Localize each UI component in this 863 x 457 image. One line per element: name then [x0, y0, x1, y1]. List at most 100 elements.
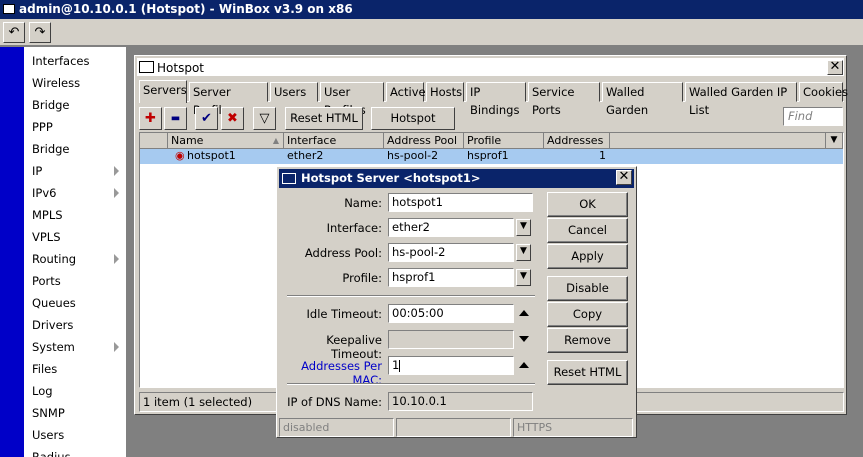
interface-select[interactable]: ether2	[388, 218, 514, 237]
remove-button[interactable]: ▬	[164, 107, 187, 130]
reset-html-button[interactable]: Reset HTML	[285, 107, 363, 130]
separator	[287, 295, 535, 297]
tab-server-profiles[interactable]: Server Profiles	[189, 82, 268, 117]
chevron-down-icon: ▼	[830, 135, 838, 145]
label-interface: Interface:	[326, 221, 382, 235]
idle-timeout-field[interactable]: 00:05:00	[388, 304, 514, 323]
sidebar-item-ip[interactable]: IP	[24, 160, 126, 182]
status-https: HTTPS	[513, 418, 633, 437]
find-input[interactable]: Find	[783, 107, 843, 126]
sidebar-item-label: PPP	[32, 120, 53, 134]
sidebar-item-label: Log	[32, 384, 53, 398]
addresses-per-mac-field[interactable]: 1	[388, 356, 514, 375]
apply-button[interactable]: Apply	[547, 244, 628, 269]
submenu-arrow-icon	[114, 342, 119, 352]
name-field[interactable]: hotspot1	[388, 193, 533, 212]
address-pool-select[interactable]: hs-pool-2	[388, 243, 514, 262]
sidebar-item-users[interactable]: Users	[24, 424, 126, 446]
sidebar-item-routing[interactable]: Routing	[24, 248, 126, 270]
tab-walled-garden-ip-list[interactable]: Walled Garden IP List	[685, 82, 797, 117]
tab-cookies[interactable]: Cookies	[799, 82, 848, 102]
disable-button[interactable]: ✖	[221, 107, 244, 130]
sidebar-item-radius[interactable]: Radius	[24, 446, 126, 457]
interface-dropdown[interactable]: ▼	[516, 219, 531, 236]
tab-user-profiles[interactable]: User Profiles	[320, 82, 384, 117]
filter-button[interactable]: ▽	[253, 107, 276, 130]
column-header-address-pool[interactable]: Address Pool	[384, 133, 464, 149]
sidebar-item-bridge[interactable]: Bridge	[24, 138, 126, 160]
app-title: admin@10.10.0.1 (Hotspot) - WinBox v3.9 …	[19, 2, 353, 16]
tab-servers[interactable]: Servers	[139, 80, 187, 103]
ip-of-dns-name-field: 10.10.0.1	[388, 392, 533, 411]
remove-button[interactable]: Remove	[547, 328, 628, 353]
tab-users[interactable]: Users	[270, 82, 318, 102]
expand-arrow-icon[interactable]	[519, 336, 529, 342]
profile-dropdown[interactable]: ▼	[516, 269, 531, 286]
sidebar-item-drivers[interactable]: Drivers	[24, 314, 126, 336]
sidebar-item-log[interactable]: Log	[24, 380, 126, 402]
cancel-button[interactable]: Cancel	[547, 218, 628, 243]
sidebar-item-files[interactable]: Files	[24, 358, 126, 380]
sidebar-item-snmp[interactable]: SNMP	[24, 402, 126, 424]
app-title-bar: admin@10.10.0.1 (Hotspot) - WinBox v3.9 …	[0, 0, 863, 19]
collapse-arrow-icon[interactable]	[519, 362, 529, 368]
sidebar-item-ports[interactable]: Ports	[24, 270, 126, 292]
label-name: Name:	[344, 196, 382, 210]
status-middle	[396, 418, 511, 437]
collapse-arrow-icon[interactable]	[519, 310, 529, 316]
undo-button[interactable]: ↶	[3, 22, 25, 43]
hotspot-close-button[interactable]: ✕	[827, 60, 843, 75]
hotspot-setup-button[interactable]: Hotspot Setup	[371, 107, 455, 146]
sidebar-item-ipv6[interactable]: IPv6	[24, 182, 126, 204]
sidebar-item-interfaces[interactable]: Interfaces	[24, 50, 126, 72]
dialog-title: Hotspot Server <hotspot1>	[301, 171, 481, 185]
column-header-flags[interactable]	[140, 133, 168, 149]
sort-icon: ▲	[272, 136, 279, 145]
window-icon	[139, 61, 154, 73]
redo-button[interactable]: ↷	[29, 22, 51, 43]
sidebar-item-label: Interfaces	[32, 54, 90, 68]
ok-button[interactable]: OK	[547, 192, 628, 217]
chevron-down-icon: ▼	[520, 221, 527, 231]
tab-ip-bindings[interactable]: IP Bindings	[466, 82, 526, 117]
column-header-name[interactable]: Name ▲	[168, 133, 284, 149]
sidebar-item-queues[interactable]: Queues	[24, 292, 126, 314]
sidebar-item-mpls[interactable]: MPLS	[24, 204, 126, 226]
column-header-addresses[interactable]: Addresses ...	[544, 133, 610, 162]
keepalive-timeout-field[interactable]	[388, 330, 514, 349]
winbox-side-strip	[0, 47, 24, 457]
add-button[interactable]: ✚	[139, 107, 162, 130]
tab-active[interactable]: Active	[386, 82, 426, 102]
dialog-titlebar[interactable]: Hotspot Server <hotspot1>	[279, 169, 634, 188]
tab-service-ports[interactable]: Service Ports	[528, 82, 600, 117]
enable-button[interactable]: ✔	[195, 107, 218, 130]
column-header-interface[interactable]: Interface	[284, 133, 384, 149]
sidebar-item-label: Files	[32, 362, 58, 376]
column-menu-button[interactable]: ▼	[826, 133, 843, 149]
hotspot-window-titlebar[interactable]: Hotspot	[137, 58, 844, 77]
copy-button[interactable]: Copy	[547, 302, 628, 327]
text-cursor	[399, 359, 401, 372]
address-pool-dropdown[interactable]: ▼	[516, 244, 531, 261]
sidebar-item-bridge[interactable]: Bridge	[24, 94, 126, 116]
minus-icon: ▬	[170, 113, 181, 124]
sidebar-item-label: Bridge	[32, 142, 70, 156]
main-toolbar: ↶ ↷	[0, 19, 863, 46]
sidebar-item-vpls[interactable]: VPLS	[24, 226, 126, 248]
reset-html-button[interactable]: Reset HTML	[547, 360, 628, 385]
sidebar-item-label: IPv6	[32, 186, 57, 200]
sidebar-item-ppp[interactable]: PPP	[24, 116, 126, 138]
plus-icon: ✚	[145, 111, 156, 126]
tab-walled-garden[interactable]: Walled Garden	[602, 82, 683, 117]
dialog-close-button[interactable]: ✕	[616, 170, 632, 185]
table-row[interactable]: ◉ hotspot1 ether2 hs-pool-2 hsprof1 1	[140, 149, 843, 164]
sidebar-item-system[interactable]: System	[24, 336, 126, 358]
sidebar-item-label: SNMP	[32, 406, 65, 420]
column-header-empty	[610, 133, 826, 149]
disable-button[interactable]: Disable	[547, 276, 628, 301]
sidebar-item-wireless[interactable]: Wireless	[24, 72, 126, 94]
sidebar-item-label: Wireless	[32, 76, 81, 90]
tab-hosts[interactable]: Hosts	[426, 82, 464, 102]
column-header-profile[interactable]: Profile	[464, 133, 544, 149]
profile-select[interactable]: hsprof1	[388, 268, 514, 287]
